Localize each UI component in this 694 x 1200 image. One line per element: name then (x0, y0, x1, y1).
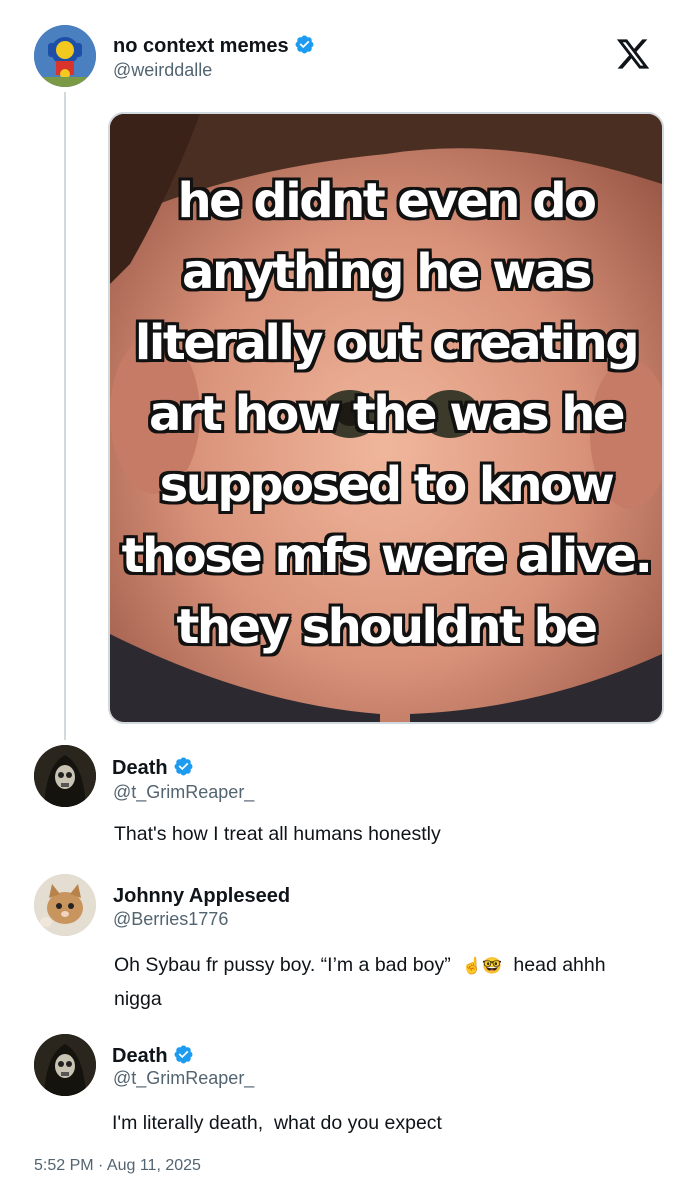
reply-text-line2: nigga (114, 988, 162, 1010)
reply-handle[interactable]: @t_GrimReaper_ (113, 782, 254, 803)
reply-name[interactable]: Death (112, 756, 194, 780)
tweet-timestamp[interactable]: 5:52 PM · Aug 11, 2025 (34, 1157, 201, 1175)
author-avatar[interactable] (34, 25, 96, 87)
reply-name-text: Death (112, 1045, 168, 1067)
thread-line (64, 92, 66, 740)
meme-image[interactable]: he didnt even do anything he was literal… (108, 112, 664, 724)
meme-caption: he didnt even do anything he was literal… (110, 166, 662, 663)
reply-handle[interactable]: @Berries1776 (113, 909, 228, 930)
reply-handle[interactable]: @t_GrimReaper_ (113, 1068, 254, 1089)
reply-avatar-johnny[interactable] (34, 874, 96, 936)
author-name[interactable]: no context memes (113, 34, 315, 58)
reply-text-start: Oh Sybau fr pussy boy. “I’m a bad boy” (114, 954, 451, 976)
reply-text: I'm literally death, what do you expect (112, 1112, 442, 1134)
meme-line: those mfs were alive. (121, 528, 653, 584)
reply-name[interactable]: Death (112, 1044, 194, 1068)
verified-badge-icon (295, 35, 314, 54)
emoji-pointing-nerd: ☝️🤓 (462, 958, 502, 975)
meme-line: they shouldnt be (176, 599, 598, 655)
meme-line: art how the was he (148, 386, 626, 442)
author-handle[interactable]: @weirddalle (113, 60, 212, 81)
meme-line: supposed to know (159, 457, 615, 513)
reply-name-text: Death (112, 757, 168, 779)
reply-text-end: head ahhh (513, 954, 606, 976)
meme-line: anything he was (182, 244, 592, 300)
reply-text: That's how I treat all humans honestly (114, 823, 441, 845)
reply-avatar-death[interactable] (34, 745, 96, 807)
reply-name[interactable]: Johnny Appleseed (113, 885, 290, 908)
meme-line: he didnt even do (177, 173, 597, 229)
meme-line: literally out creating (134, 315, 640, 371)
x-logo-icon[interactable] (614, 36, 652, 72)
verified-badge-icon (174, 1045, 193, 1064)
reply-text: Oh Sybau fr pussy boy. “I’m a bad boy” ☝… (114, 949, 654, 1016)
verified-badge-icon (174, 757, 193, 776)
reply-avatar-death[interactable] (34, 1034, 96, 1096)
author-name-text: no context memes (113, 35, 289, 57)
